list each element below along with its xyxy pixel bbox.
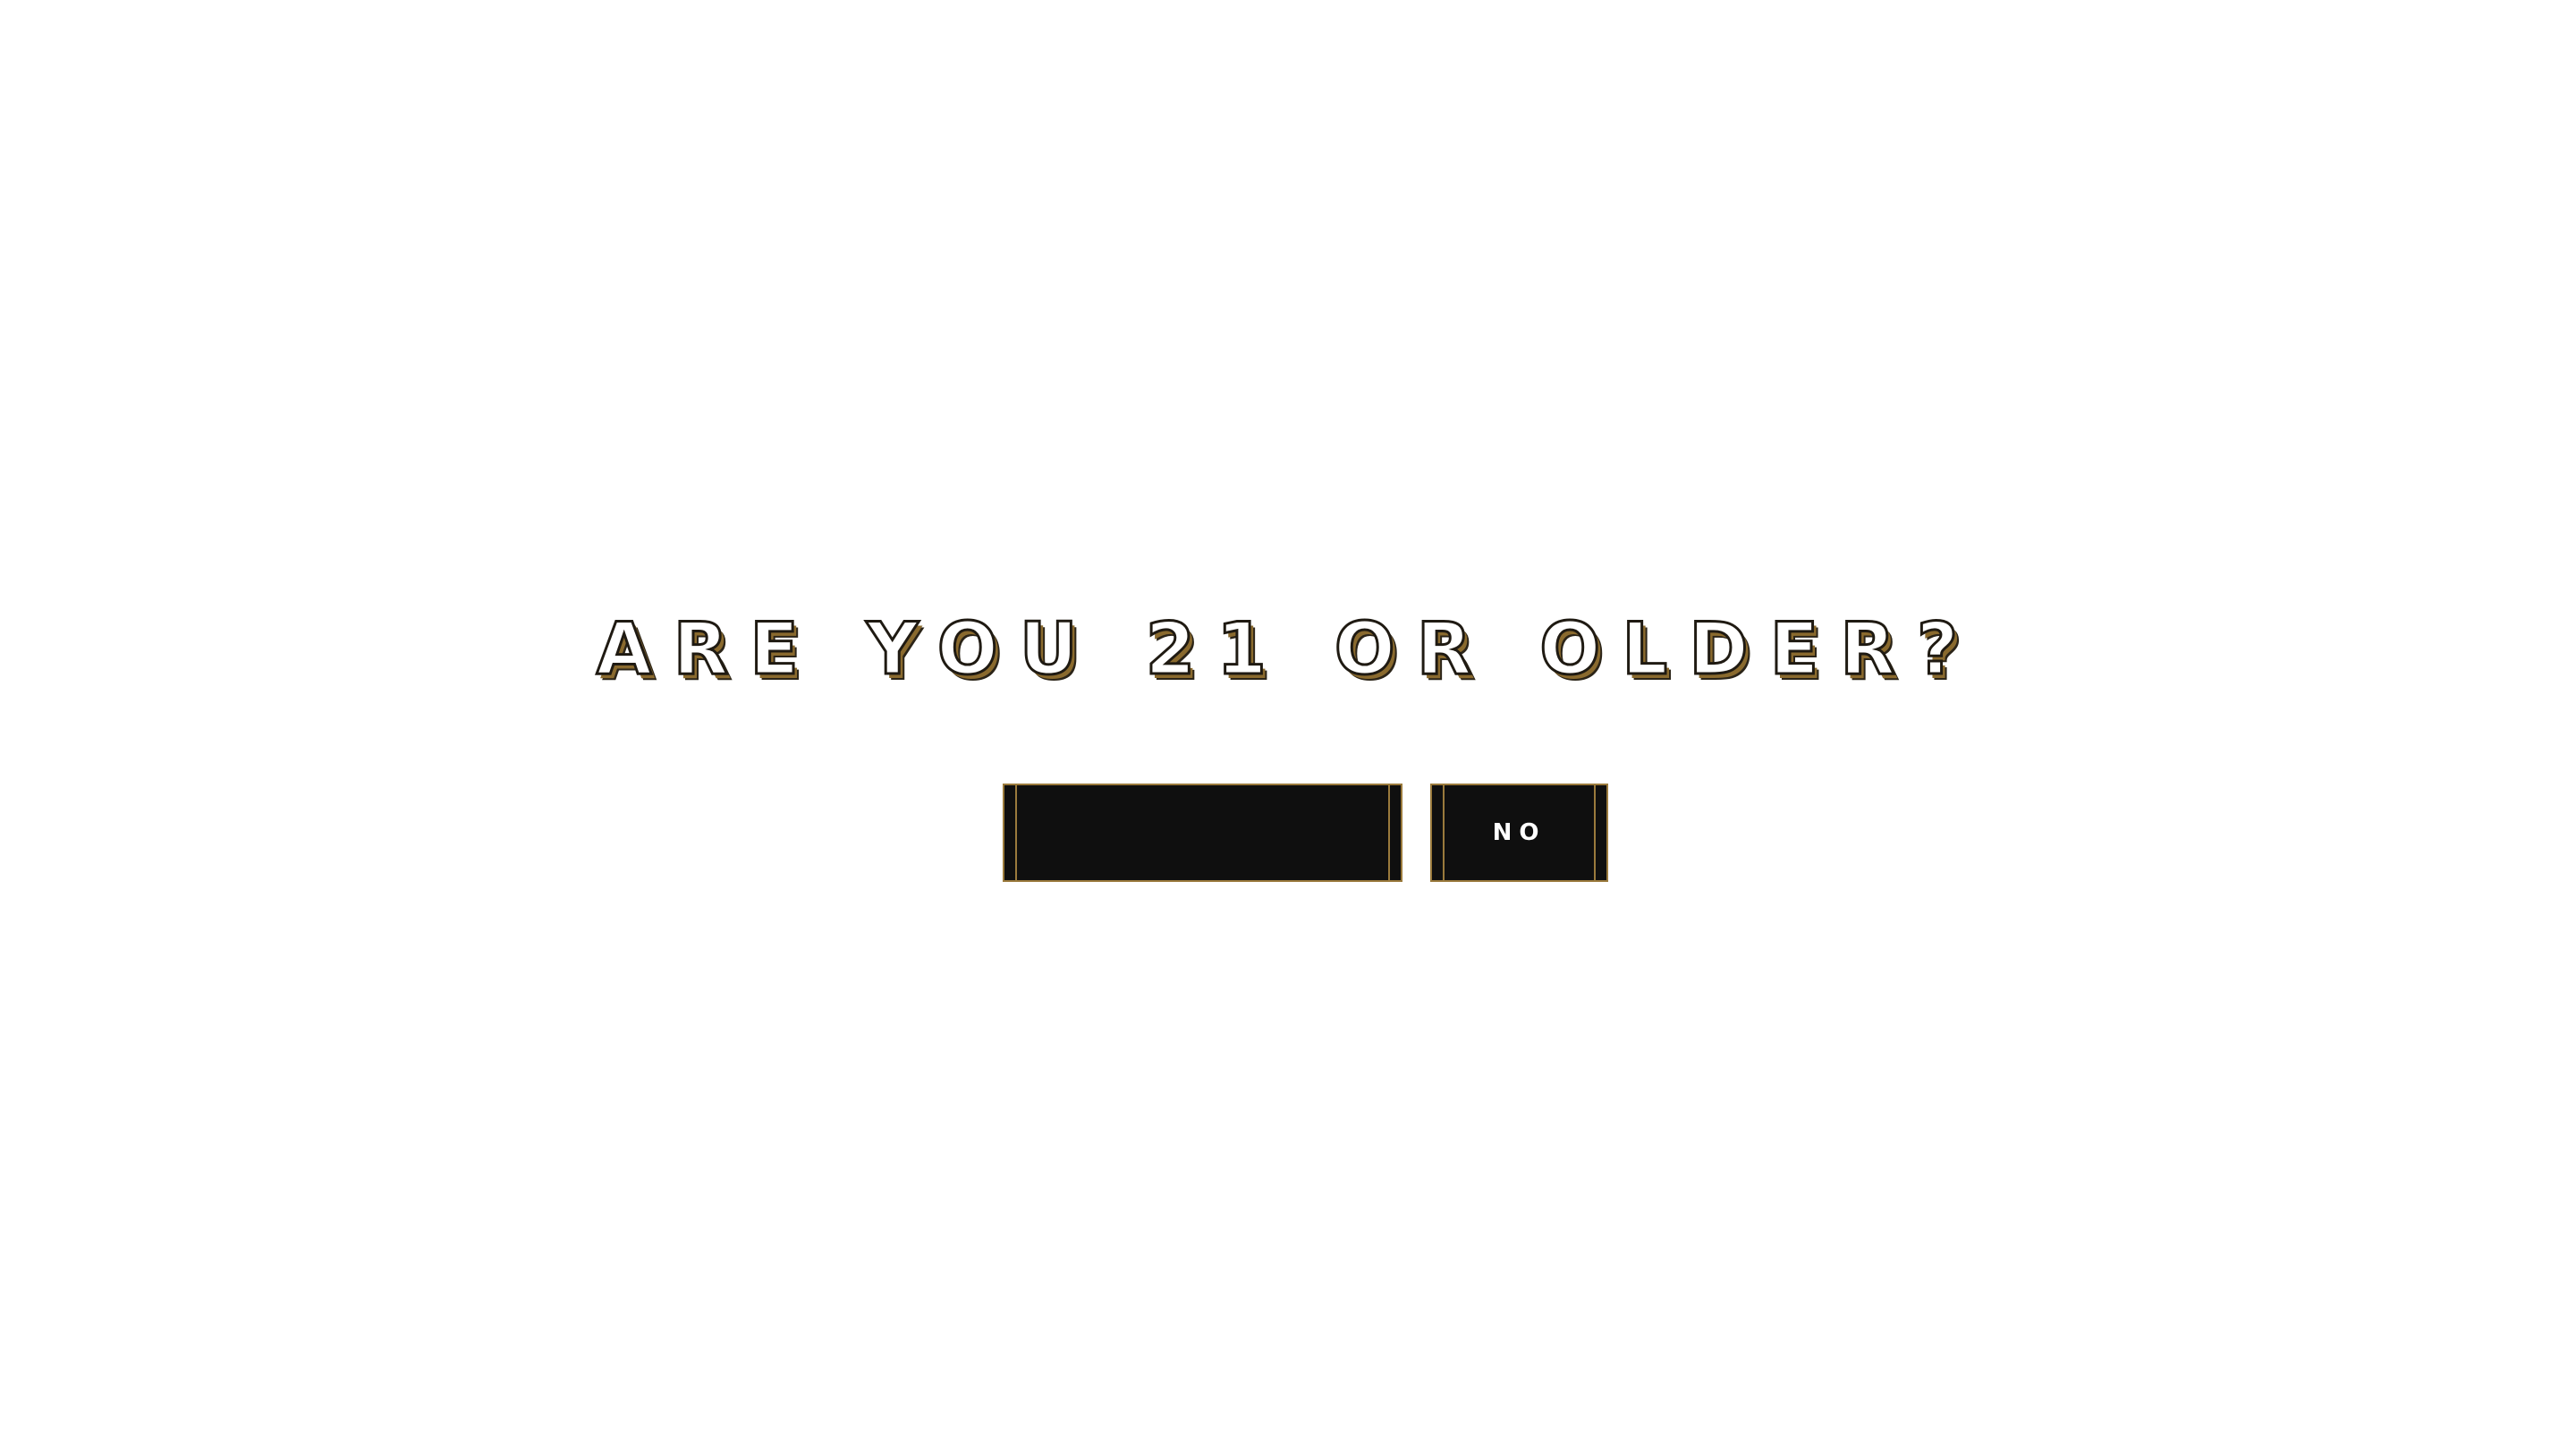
- age-question-heading: ARE YOU 21 OR OLDER?: [595, 606, 1980, 692]
- no-button-label: NO: [1492, 819, 1546, 846]
- age-verification-gate: ARE YOU 21 OR OLDER? NO: [0, 0, 2576, 1449]
- page: ARE YOU 21 OR OLDER? NO: [0, 0, 2576, 1449]
- yes-button[interactable]: [1003, 784, 1402, 882]
- no-button[interactable]: NO: [1430, 784, 1608, 882]
